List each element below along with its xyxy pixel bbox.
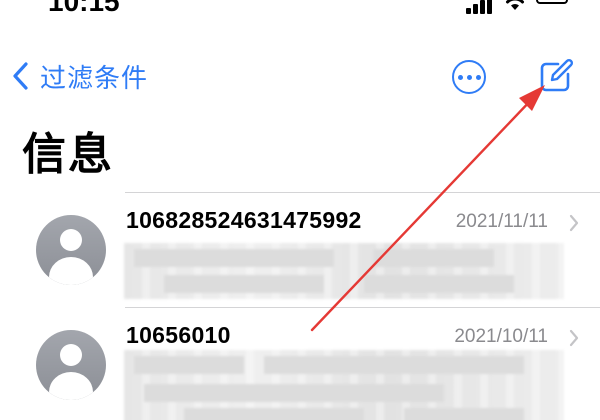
contact-avatar-icon bbox=[36, 215, 106, 285]
blurred-message-preview bbox=[124, 243, 564, 299]
ellipsis-dot bbox=[457, 74, 463, 80]
conversation-sender: 10656010 bbox=[126, 322, 231, 348]
compose-icon bbox=[540, 58, 574, 92]
chevron-right-icon bbox=[569, 329, 579, 347]
chevron-left-icon bbox=[13, 62, 28, 90]
chevron-right-icon bbox=[569, 214, 579, 232]
conversation-sender: 106828524631475992 bbox=[126, 207, 362, 233]
conversation-date: 2021/10/11 bbox=[454, 326, 548, 347]
conversation-row[interactable]: 106828524631475992 2021/11/11 bbox=[0, 193, 600, 308]
wifi-icon bbox=[506, 0, 524, 10]
cellular-signal-icon bbox=[466, 0, 494, 14]
status-bar: 10:15 bbox=[0, 0, 600, 20]
status-time: 10:15 bbox=[48, 0, 120, 17]
contact-avatar-icon bbox=[36, 330, 106, 400]
compose-button[interactable] bbox=[538, 58, 574, 94]
back-button-label: 过滤条件 bbox=[40, 63, 149, 94]
ellipsis-dot bbox=[466, 74, 472, 80]
ellipsis-dot bbox=[475, 74, 481, 80]
conversation-date: 2021/11/11 bbox=[455, 211, 548, 232]
page-title: 信息 bbox=[22, 129, 114, 180]
blurred-message-preview bbox=[124, 350, 564, 420]
back-button[interactable]: 过滤条件 bbox=[10, 56, 148, 96]
more-options-button[interactable] bbox=[452, 60, 486, 94]
conversation-row[interactable]: 10656010 2021/10/11 bbox=[0, 308, 600, 420]
battery-icon bbox=[536, 0, 568, 4]
